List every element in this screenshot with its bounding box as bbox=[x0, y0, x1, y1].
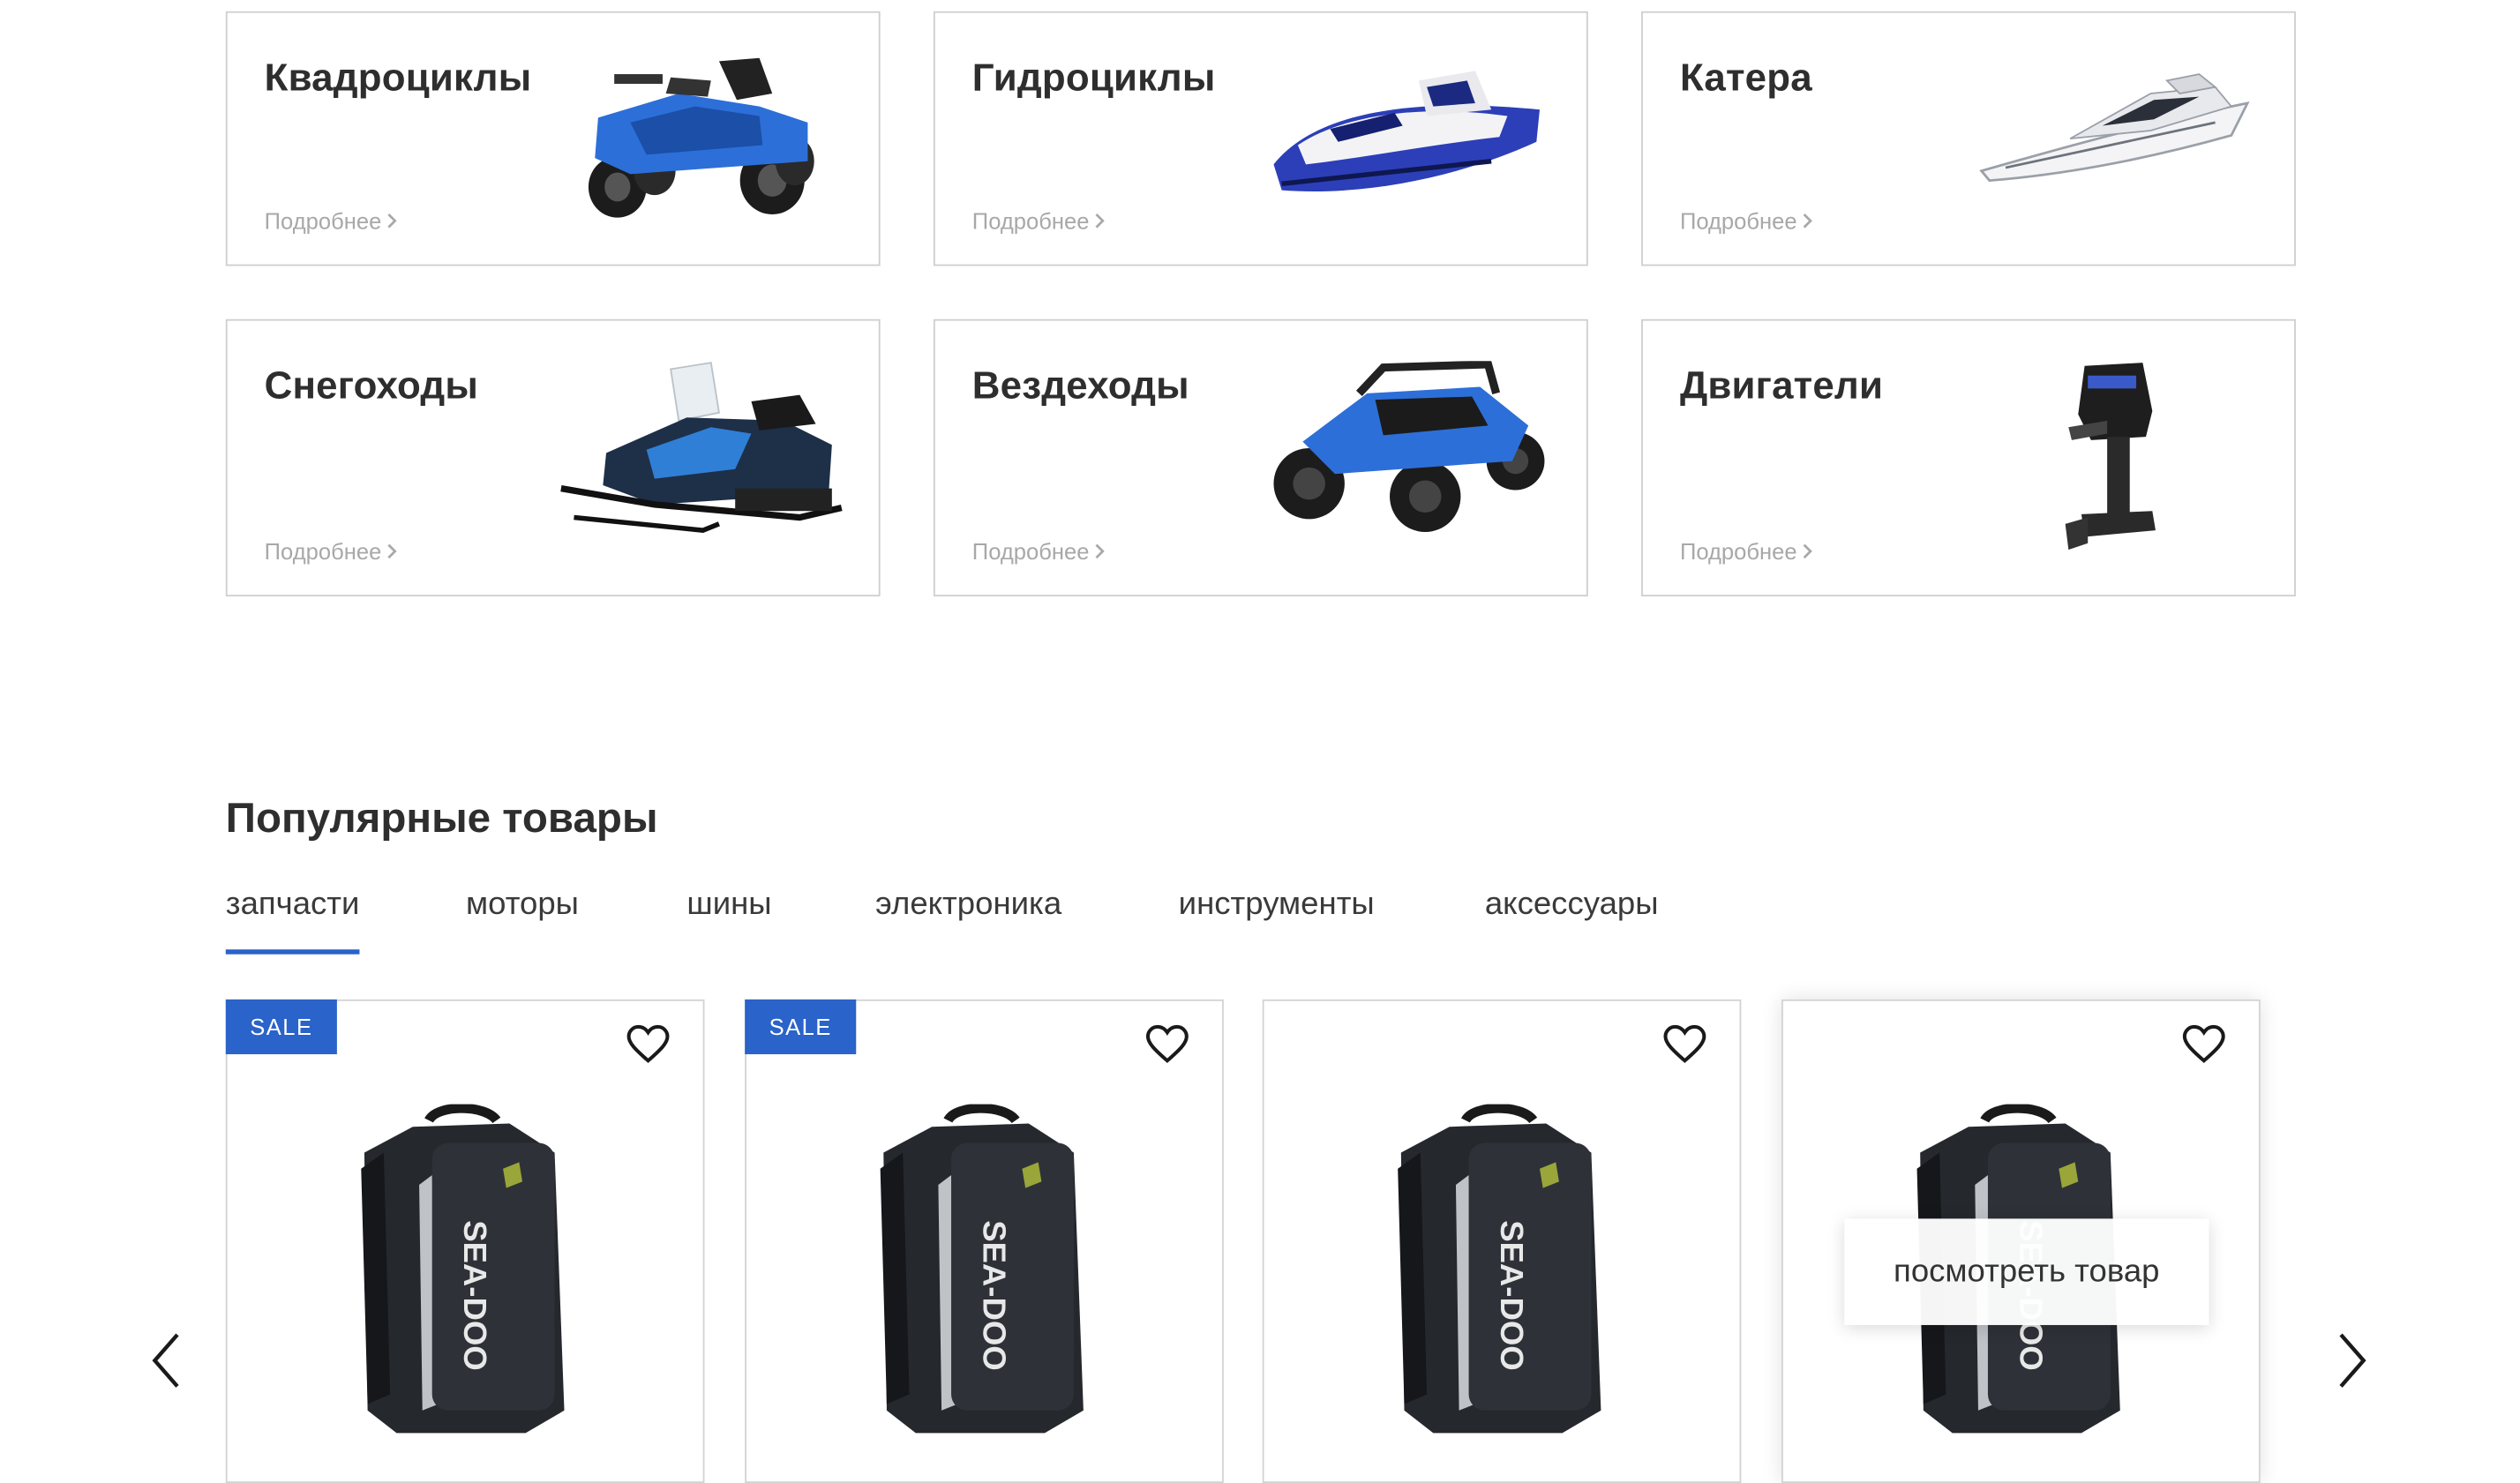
more-link[interactable]: Подробнее bbox=[971, 538, 1106, 565]
brand-print: SEA-DOO bbox=[977, 1220, 1013, 1371]
chevron-right-small-icon bbox=[386, 213, 396, 228]
more-link[interactable]: Подробнее bbox=[1679, 538, 1813, 565]
backpack-image: SEA-DOO bbox=[1398, 1104, 1601, 1434]
more-link[interactable]: Подробнее bbox=[265, 208, 398, 234]
buggy-image bbox=[1273, 361, 1545, 532]
category-card-snowmobile[interactable]: Снегоходы Подробнее bbox=[225, 318, 881, 597]
sale-badge: SALE bbox=[745, 999, 857, 1054]
more-link[interactable]: Подробнее bbox=[972, 208, 1106, 234]
chevron-right-small-icon bbox=[1802, 543, 1812, 559]
category-title: Гидроциклы bbox=[971, 56, 1216, 101]
category-card-atv[interactable]: Квадроциклы Подробнее bbox=[225, 11, 881, 266]
brand-print: SEA-DOO bbox=[1494, 1220, 1530, 1371]
heart-icon[interactable] bbox=[1662, 1023, 1707, 1066]
jetski-image bbox=[1273, 71, 1540, 192]
category-card-engine[interactable]: Двигатели Подробнее bbox=[1641, 318, 2296, 597]
view-product-button[interactable]: посмотреть товар bbox=[1844, 1218, 2209, 1325]
tab-tires[interactable]: шины bbox=[686, 887, 771, 955]
category-title: Снегоходы bbox=[264, 363, 479, 408]
chevron-right-small-icon bbox=[386, 543, 396, 559]
chevron-left-icon[interactable] bbox=[148, 1331, 187, 1389]
tab-accessories[interactable]: аксессуары bbox=[1485, 887, 1659, 955]
snowmobile-image bbox=[560, 362, 843, 533]
category-card-boat[interactable]: Катера Подробнее bbox=[1641, 11, 2296, 266]
chevron-right-small-icon bbox=[1094, 213, 1105, 228]
chevron-right-small-icon bbox=[1802, 213, 1812, 228]
category-title: Катера bbox=[1679, 56, 1812, 101]
more-label: Подробнее bbox=[1679, 538, 1797, 565]
category-title: Вездеходы bbox=[971, 363, 1189, 408]
tab-electronics[interactable]: электроника bbox=[875, 887, 1061, 955]
page: Квадроциклы Подробнее Гидроциклы Подробн… bbox=[0, 0, 2520, 1483]
more-label: Подробнее bbox=[264, 207, 382, 234]
category-card-buggy[interactable]: Вездеходы Подробнее bbox=[933, 318, 1588, 597]
sale-badge: SALE bbox=[225, 999, 337, 1054]
more-link[interactable]: Подробнее bbox=[1680, 208, 1813, 234]
heart-icon[interactable] bbox=[2181, 1023, 2226, 1066]
outboard-motor-image bbox=[2065, 363, 2156, 551]
tab-motors[interactable]: моторы bbox=[466, 887, 579, 955]
chevron-right-icon[interactable] bbox=[2331, 1331, 2370, 1389]
product-card[interactable]: SALE SEA-DOO bbox=[225, 999, 705, 1483]
category-title: Двигатели bbox=[1679, 363, 1884, 408]
backpack-image: SEA-DOO bbox=[880, 1104, 1084, 1434]
product-card[interactable]: SEA-DOO bbox=[1262, 999, 1742, 1483]
category-title: Квадроциклы bbox=[264, 56, 532, 101]
section-title: Популярные товары bbox=[225, 792, 658, 842]
category-card-jetski[interactable]: Гидроциклы Подробнее bbox=[933, 11, 1588, 266]
heart-icon[interactable] bbox=[626, 1023, 671, 1066]
more-label: Подробнее bbox=[264, 538, 382, 565]
heart-icon[interactable] bbox=[1144, 1023, 1189, 1066]
more-label: Подробнее bbox=[1679, 207, 1797, 234]
brand-print: SEA-DOO bbox=[457, 1220, 493, 1371]
boat-image bbox=[1979, 73, 2250, 183]
atv-image bbox=[588, 57, 814, 218]
backpack-image: SEA-DOO bbox=[361, 1104, 565, 1434]
tab-tools[interactable]: инструменты bbox=[1179, 887, 1375, 955]
more-link[interactable]: Подробнее bbox=[264, 538, 398, 565]
tab-parts[interactable]: запчасти bbox=[225, 887, 360, 955]
product-card[interactable]: SEA-DOO посмотреть товар bbox=[1781, 999, 2261, 1483]
more-label: Подробнее bbox=[971, 538, 1090, 565]
more-label: Подробнее bbox=[971, 207, 1090, 234]
chevron-right-small-icon bbox=[1094, 543, 1105, 559]
product-card[interactable]: SALE SEA-DOO bbox=[745, 999, 1224, 1483]
